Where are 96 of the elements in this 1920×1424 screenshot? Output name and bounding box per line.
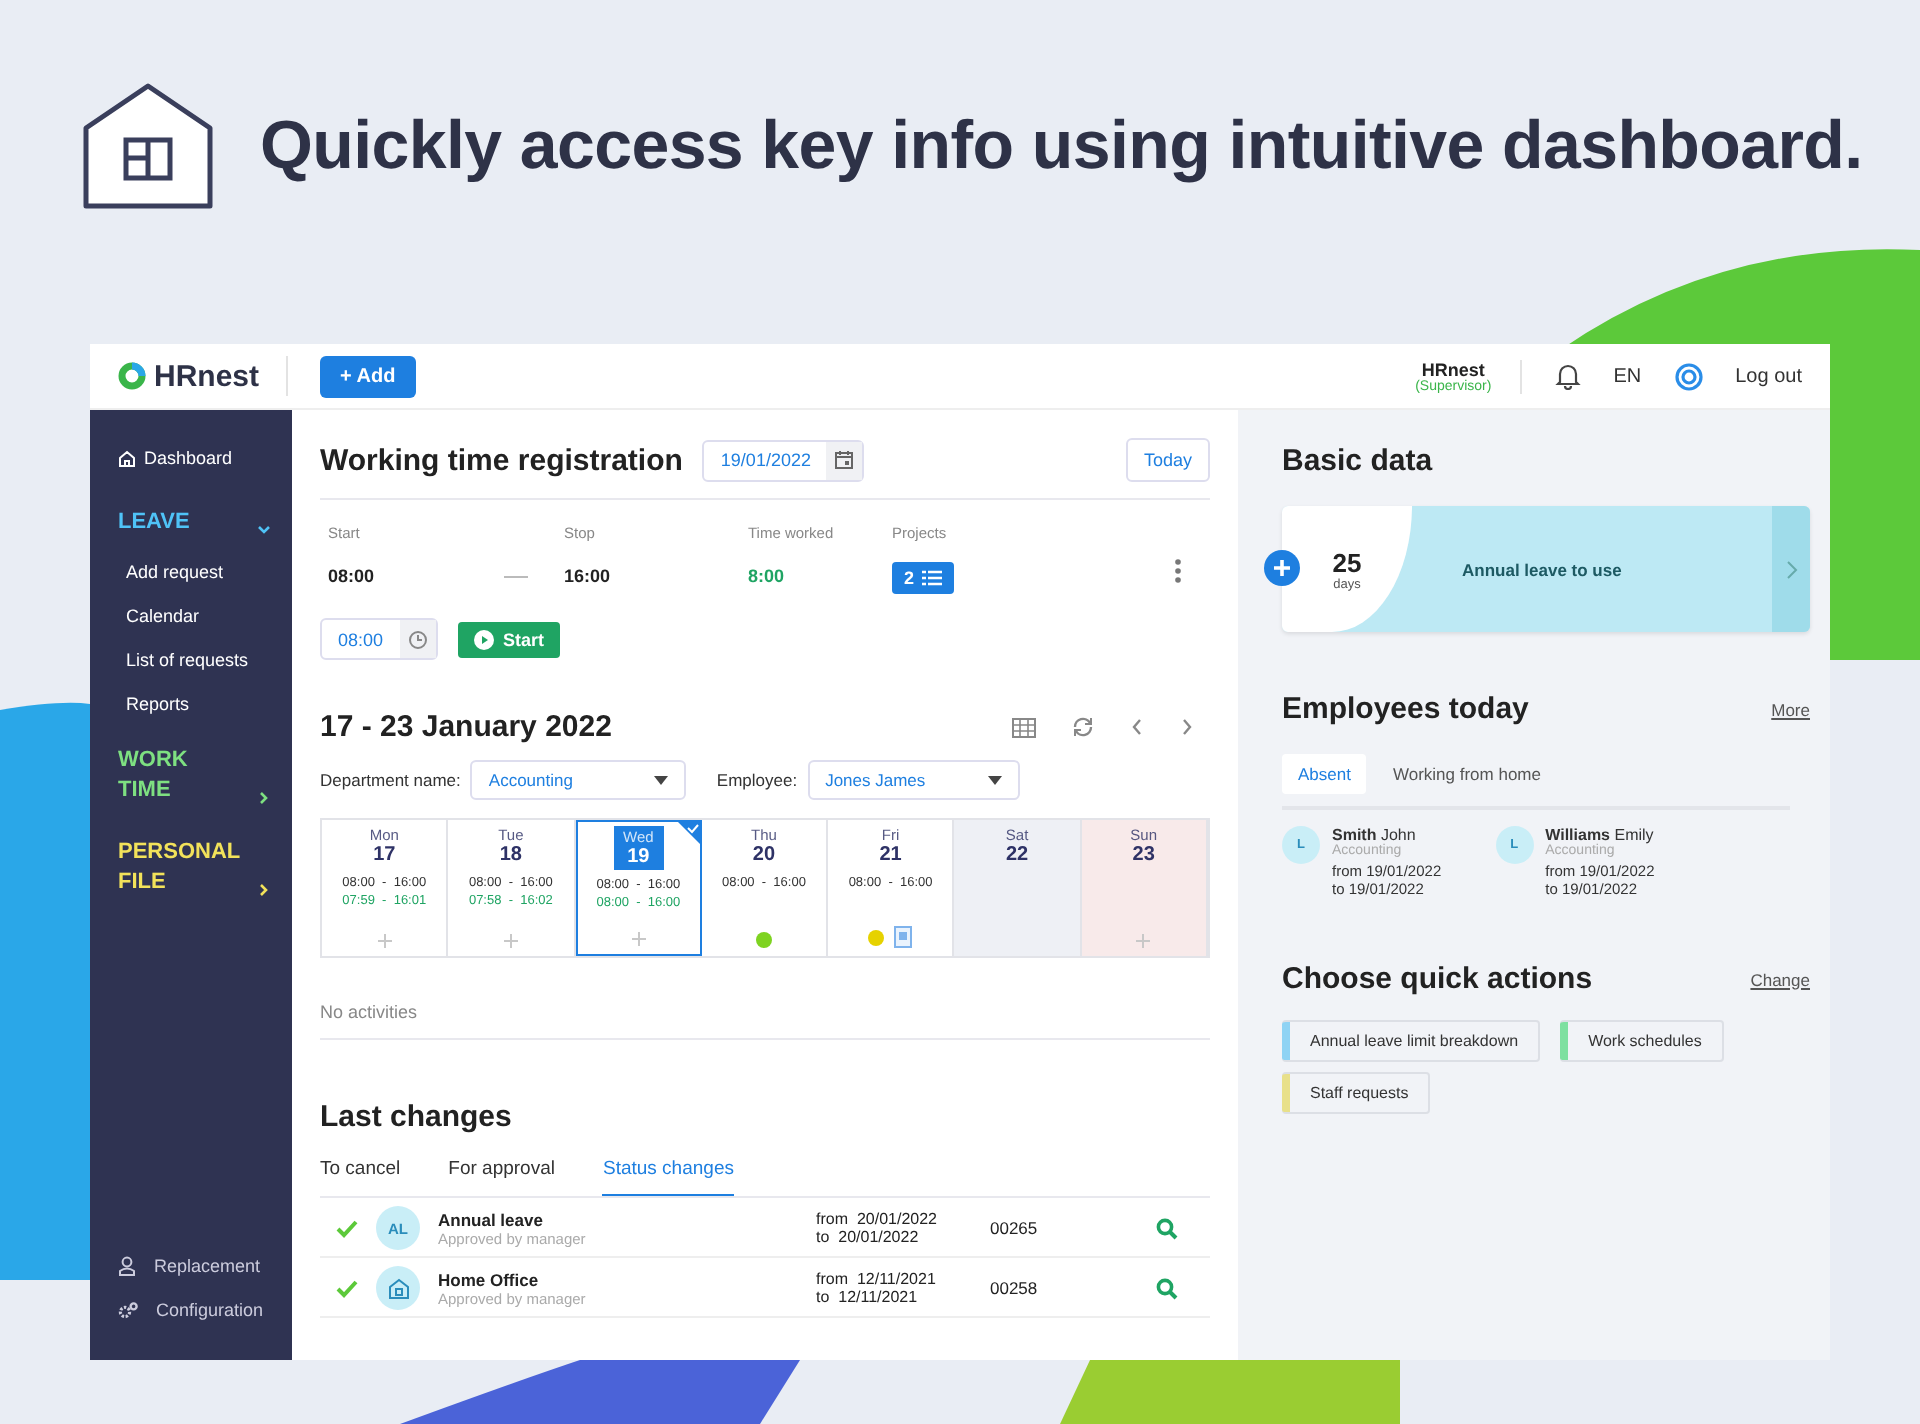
language-button[interactable]: EN (1613, 365, 1642, 387)
house-icon (387, 1277, 409, 1299)
day-number: 22 (1005, 844, 1029, 866)
projects-button[interactable]: 2 (892, 562, 955, 594)
caret-icon (654, 775, 669, 785)
tab[interactable]: For approval (448, 1158, 555, 1196)
sidebar-section[interactable]: WORK TIME (118, 746, 272, 806)
stop-time: 16:00 (564, 566, 613, 586)
sidebar-item-label: Replacement (154, 1256, 261, 1276)
sidebar-item-label: Dashboard (144, 448, 233, 468)
sidebar-subitem[interactable]: List of requests (126, 650, 272, 670)
user-name: HRnest (1421, 359, 1485, 379)
date-from: from 12/11/2021 (816, 1270, 938, 1288)
employee-name: Williams Emily (1545, 826, 1655, 844)
section-title: Basic data (1282, 444, 1435, 478)
date-to: to 20/01/2022 (816, 1228, 921, 1246)
day-number: 17 (373, 844, 396, 866)
time-field[interactable]: 08:00 (320, 618, 438, 660)
sidebar-section[interactable]: LEAVE (118, 508, 272, 538)
sidebar-subitem[interactable]: Reports (126, 694, 272, 714)
change-title: Annual leave (438, 1209, 545, 1229)
sidebar-item-label: Configuration (156, 1300, 264, 1320)
play-icon (473, 629, 494, 649)
check-icon (336, 1279, 358, 1297)
check-corner-icon (677, 822, 700, 844)
house-icon (80, 80, 216, 212)
card-label: Annual leave to use (1462, 559, 1622, 579)
day-number: 21 (879, 844, 902, 866)
section-title: 17 - 23 January 2022 (320, 710, 612, 744)
calendar-icon (834, 450, 855, 470)
check-icon (336, 1219, 358, 1237)
employee-dropdown[interactable]: Jones James (807, 760, 1020, 800)
section-title: Employees today (1282, 692, 1529, 726)
section-label: PERSONAL FILE (118, 838, 238, 898)
lifebuoy-icon[interactable] (1673, 361, 1704, 391)
plus-button-icon[interactable] (1264, 550, 1300, 586)
caret-icon (987, 775, 1002, 785)
search-icon[interactable] (1156, 1277, 1178, 1299)
sidebar-item[interactable]: Dashboard (118, 448, 272, 468)
document-icon (894, 926, 913, 948)
time-worked: 8:00 (748, 566, 787, 586)
sidebar-subitem[interactable]: Add request (126, 562, 272, 582)
day-number: 19 (627, 846, 650, 868)
field-label: Department name: (320, 770, 461, 790)
quick-action-button[interactable]: Work schedules (1560, 1020, 1724, 1062)
date-from: from 20/01/2022 (816, 1210, 939, 1228)
tab[interactable]: To cancel (320, 1158, 401, 1196)
section-title: Choose quick actions (1282, 962, 1593, 996)
add-button[interactable]: + Add (320, 355, 416, 397)
section-title: Working time registration (320, 443, 683, 477)
quick-action-button[interactable]: Staff requests (1282, 1072, 1431, 1114)
request-number: 00258 (990, 1278, 1040, 1298)
section-label: LEAVE (118, 508, 190, 538)
more-link[interactable]: More (1771, 699, 1810, 719)
day-number: 23 (1132, 844, 1155, 866)
refresh-icon[interactable] (1072, 716, 1094, 738)
chevron-left-icon[interactable] (1130, 718, 1144, 736)
section-label: WORK TIME (118, 746, 190, 806)
logo-text: HRnest (154, 359, 260, 393)
clock-icon (407, 629, 428, 649)
section-title: Last changes (320, 1100, 514, 1134)
logout-button[interactable]: Log out (1735, 365, 1802, 387)
table-icon[interactable] (1012, 717, 1036, 737)
request-number: 00265 (990, 1218, 1040, 1238)
days-count: 25 (1332, 547, 1362, 577)
day-number: 20 (752, 844, 776, 866)
department-dropdown[interactable]: Accounting (470, 760, 687, 800)
chevron-right-icon (1785, 559, 1797, 579)
sidebar-item[interactable]: Configuration (118, 1300, 272, 1320)
chevron-right-icon[interactable] (1180, 718, 1194, 736)
change-link[interactable]: Change (1750, 969, 1810, 989)
date-field[interactable]: 19/01/2022 (702, 439, 865, 481)
tab[interactable]: Absent (1282, 754, 1367, 794)
start-time: 08:00 (328, 566, 377, 586)
date-to: to 12/11/2021 (816, 1288, 920, 1306)
more-options-icon[interactable] (1174, 558, 1182, 584)
tab[interactable]: Status changes (602, 1158, 734, 1196)
sidebar-item[interactable]: Replacement (118, 1256, 272, 1276)
bell-icon[interactable] (1553, 362, 1582, 390)
list-icon (922, 570, 943, 586)
change-title: Home Office (438, 1269, 541, 1289)
employee-name: Smith John (1332, 826, 1418, 844)
person-icon (118, 1256, 136, 1276)
quick-action-button[interactable]: Annual leave limit breakdown (1282, 1020, 1541, 1062)
search-icon[interactable] (1156, 1217, 1178, 1239)
empty-state-text: No activities (320, 1002, 420, 1022)
day-number: 18 (499, 844, 522, 866)
sidebar-section[interactable]: PERSONAL FILE (118, 838, 272, 898)
today-button[interactable]: Today (1125, 438, 1210, 482)
home-icon (118, 449, 136, 467)
logo-ring-icon (118, 362, 146, 390)
gears-icon (118, 1301, 138, 1319)
sidebar-subitem[interactable]: Calendar (126, 606, 272, 626)
headline: Quickly access key info using intuitive dashboard. (260, 107, 1863, 185)
field-label: Employee: (716, 770, 798, 790)
tab[interactable]: Working from home (1376, 754, 1557, 794)
